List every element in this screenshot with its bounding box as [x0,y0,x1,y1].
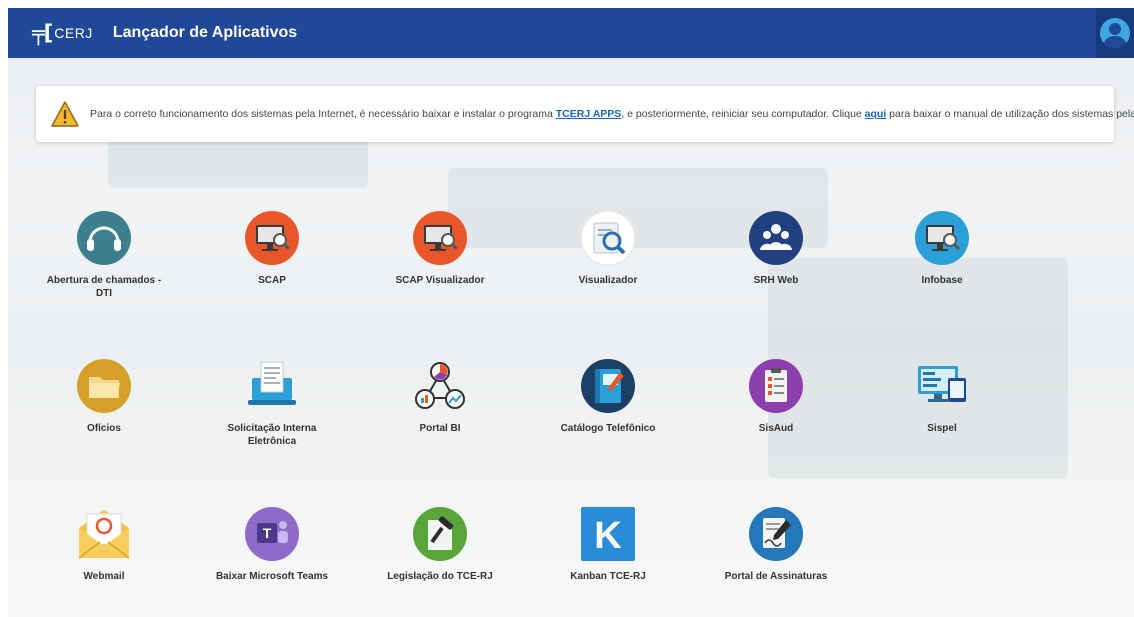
app-solicitacao-interna[interactable]: Solicitação Interna Eletrônica [212,358,332,448]
app-abertura-chamados[interactable]: Abertura de chamados - DTI [44,210,164,300]
tcerj-apps-link[interactable]: TCERJ APPS [556,108,622,120]
notice-text: Para o correto funcionamento dos sistema… [90,108,1134,120]
monitor-search-icon [413,211,467,265]
mail-icon [78,510,130,559]
app-kanban[interactable]: K Kanban TCE-RJ [548,506,668,583]
app-infobase[interactable]: Infobase [882,210,1002,287]
app-legislacao[interactable]: Legislação do TCE-RJ [380,506,500,583]
app-srh-web[interactable]: SRH Web [716,210,836,287]
app-label: Visualizador [578,275,638,286]
app-visualizador[interactable]: Visualizador [548,210,668,287]
user-avatar-icon [1100,18,1130,48]
page-title: Lançador de Aplicativos [112,24,298,41]
phone-book-icon [581,359,635,413]
app-label: Infobase [921,275,963,286]
app-scap[interactable]: SCAP [212,210,332,287]
teams-icon: T [245,507,299,561]
gavel-document-icon [413,507,467,561]
app-scap-visualizador[interactable]: SCAP Visualizador [380,210,500,287]
app-label: Catálogo Telefônico [560,423,656,434]
app-launcher: ╤[CERJ Lançador de Aplicativos Para o co… [8,8,1134,617]
warning-notice: Para o correto funcionamento dos sistema… [36,86,1134,142]
app-label: Legislação do TCE-RJ [387,571,493,582]
app-sisaud[interactable]: SisAud [716,358,836,435]
app-label: Baixar Microsoft Teams [215,571,329,582]
headset-icon [77,211,131,265]
laptop-document-icon [248,361,296,405]
app-label: Portal de Assinaturas [724,571,828,582]
svg-text:T: T [263,525,272,541]
monitor-search-icon [245,211,299,265]
app-label: SRH Web [753,275,799,286]
app-label: Ofícios [87,423,121,434]
app-label: Portal BI [419,423,461,434]
people-icon [749,211,803,265]
top-bar: ╤[CERJ Lançador de Aplicativos [8,8,1134,58]
warning-icon [51,101,79,127]
app-label: Kanban TCE-RJ [570,571,646,582]
app-webmail[interactable]: Webmail [44,506,164,583]
monitor-search-icon [915,211,969,265]
app-catalogo-telefonico[interactable]: Catálogo Telefônico [548,358,668,435]
tcerj-logo: ╤[CERJ [32,21,93,45]
checklist-icon [749,359,803,413]
manual-download-link[interactable]: aqui [865,108,887,120]
computer-screens-icon [918,366,966,402]
signature-icon [749,507,803,561]
app-sispel[interactable]: Sispel [882,358,1002,435]
app-portal-bi[interactable]: Portal BI [380,358,500,435]
svg-text:K: K [594,515,622,557]
user-menu-button[interactable] [1096,8,1134,58]
app-microsoft-teams[interactable]: T Baixar Microsoft Teams [212,506,332,583]
app-label: Solicitação Interna Eletrônica [227,423,317,447]
app-label: SCAP Visualizador [395,275,485,286]
app-portal-assinaturas[interactable]: Portal de Assinaturas [716,506,836,583]
app-label: SisAud [758,423,794,434]
folder-icon [77,359,131,413]
bi-charts-icon [415,362,465,409]
app-label: Sispel [927,423,957,434]
app-label: SCAP [258,275,286,286]
app-label: Abertura de chamados - DTI [46,275,162,299]
app-oficios[interactable]: Ofícios [44,358,164,435]
app-label: Webmail [83,571,125,582]
kanban-icon: K [581,507,635,561]
document-search-icon [580,210,636,266]
